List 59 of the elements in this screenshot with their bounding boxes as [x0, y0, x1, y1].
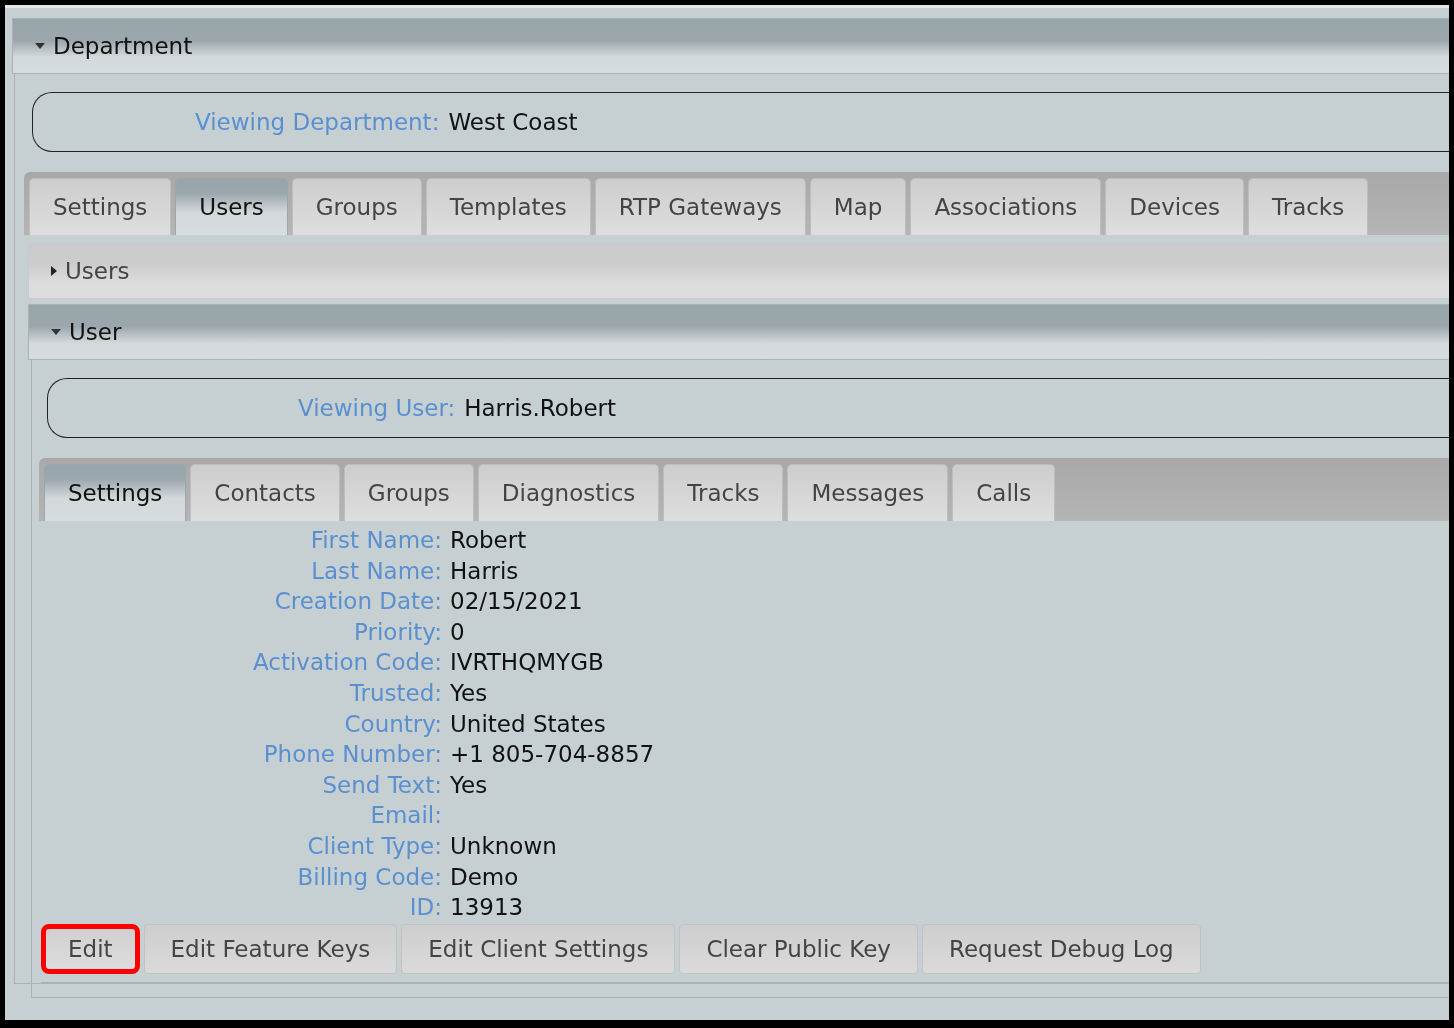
tab[interactable]: Users — [175, 178, 288, 235]
tab[interactable]: Calls — [952, 464, 1056, 521]
field-value: 13913 — [450, 893, 525, 923]
section-header[interactable]: User — [28, 304, 1449, 360]
field-label: Country: — [343, 709, 442, 739]
field-label: Email: — [369, 801, 442, 831]
tab[interactable]: Settings — [29, 178, 172, 235]
viewing-label: Viewing User: — [298, 395, 456, 421]
field-value: United States — [450, 709, 607, 739]
tab[interactable]: Contacts — [190, 464, 340, 521]
field-value: IVRTHQMYGB — [450, 648, 605, 678]
field-value: 0 — [450, 617, 466, 647]
tab[interactable]: Groups — [291, 178, 422, 235]
tab[interactable]: Templates — [425, 178, 591, 235]
action-button[interactable]: Clear Public Key — [679, 923, 918, 974]
caret-down-icon — [35, 43, 45, 49]
action-button[interactable]: Edit Client Settings — [401, 923, 676, 974]
viewing-value: Harris.Robert — [464, 395, 617, 421]
section-header[interactable]: Department — [12, 18, 1449, 74]
field-value: 02/15/2021 — [450, 587, 584, 617]
section-title: User — [69, 319, 122, 345]
tab[interactable]: Settings — [44, 464, 187, 521]
tab[interactable]: Tracks — [663, 464, 784, 521]
field-label: Creation Date: — [273, 587, 442, 617]
caret-down-icon — [51, 329, 61, 335]
field-value: +1 805-704-8857 — [450, 740, 656, 770]
field-label: ID: — [408, 893, 442, 923]
action-button[interactable]: Request Debug Log — [921, 923, 1201, 974]
section-header[interactable]: Users — [28, 243, 1449, 299]
field-label: Priority: — [353, 617, 442, 647]
field-label: Phone Number: — [262, 740, 442, 770]
field-label: Trusted: — [348, 678, 442, 708]
field-value: Unknown — [450, 831, 558, 861]
tab[interactable]: Map — [809, 178, 907, 235]
tab[interactable]: Diagnostics — [477, 464, 660, 521]
tab[interactable]: RTP Gateways — [594, 178, 806, 235]
tab[interactable]: Tracks — [1248, 178, 1369, 235]
field-label: Client Type: — [306, 831, 442, 861]
viewing-value: West Coast — [448, 109, 578, 135]
field-label: First Name: — [309, 526, 442, 555]
field-value: Yes — [450, 678, 489, 708]
tab[interactable]: Groups — [343, 464, 474, 521]
field-label: Send Text: — [321, 770, 442, 800]
field-value: Yes — [450, 770, 489, 800]
field-value: Robert — [450, 526, 528, 555]
caret-right-icon — [51, 266, 57, 276]
tab[interactable]: Messages — [787, 464, 949, 521]
field-label: Last Name: — [310, 556, 442, 586]
action-button[interactable]: Edit — [41, 923, 140, 974]
section-title: Users — [65, 258, 130, 284]
tab[interactable]: Associations — [910, 178, 1102, 235]
field-value: Harris — [450, 556, 520, 586]
section-title: Department — [53, 33, 193, 59]
field-value: Demo — [450, 862, 520, 892]
action-button[interactable]: Edit Feature Keys — [143, 923, 398, 974]
tab[interactable]: Devices — [1105, 178, 1244, 235]
field-label: Activation Code: — [251, 648, 442, 678]
viewing-label: Viewing Department: — [195, 109, 440, 135]
field-label: Billing Code: — [296, 862, 442, 892]
